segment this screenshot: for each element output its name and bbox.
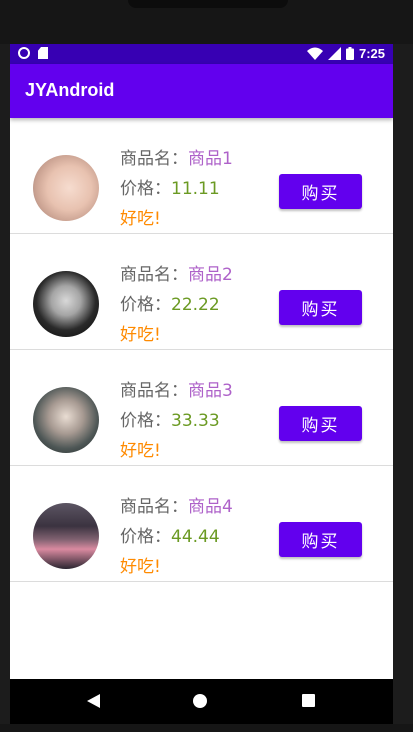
circle-indicator-icon: [18, 47, 30, 59]
back-icon[interactable]: [87, 694, 100, 708]
product-name-label: 商品名：: [120, 381, 188, 401]
home-icon[interactable]: [193, 694, 207, 708]
buy-button[interactable]: 购买: [279, 290, 362, 325]
device-bezel-bottom: [0, 724, 413, 732]
buy-button[interactable]: 购买: [279, 522, 362, 557]
product-price: 22.22: [171, 295, 220, 315]
navigation-bar: [10, 679, 393, 724]
product-info: 商品名：商品4 价格：44.44 好吃!: [120, 492, 233, 582]
product-info: 商品名：商品2 价格：22.22 好吃!: [120, 260, 233, 350]
product-note: 好吃!: [120, 209, 161, 229]
buy-button[interactable]: 购买: [279, 174, 362, 209]
product-name-label: 商品名：: [120, 497, 188, 517]
status-left-icons: [18, 47, 48, 59]
product-price: 33.33: [171, 411, 220, 431]
battery-icon: [345, 47, 354, 60]
list-item: 商品名：商品2 价格：22.22 好吃! 购买: [10, 234, 393, 350]
price-label: 价格：: [120, 527, 171, 547]
product-avatar-image: [33, 271, 99, 337]
price-label: 价格：: [120, 295, 171, 315]
product-note: 好吃!: [120, 441, 161, 461]
status-right-icons: 7:25: [306, 46, 385, 61]
product-avatar-image: [33, 387, 99, 453]
device-bezel-top: [0, 0, 413, 44]
list-item: 商品名：商品4 价格：44.44 好吃! 购买: [10, 466, 393, 582]
product-avatar-image: [33, 503, 99, 569]
product-name: 商品4: [188, 497, 233, 517]
app-title: JYAndroid: [25, 80, 115, 100]
price-label: 价格：: [120, 411, 171, 431]
product-note: 好吃!: [120, 557, 161, 577]
product-price: 11.11: [171, 179, 220, 199]
product-info: 商品名：商品3 价格：33.33 好吃!: [120, 376, 233, 466]
list-item: 商品名：商品1 价格：11.11 好吃! 购买: [10, 118, 393, 234]
wifi-icon: [306, 47, 323, 60]
product-avatar-image: [33, 155, 99, 221]
price-label: 价格：: [120, 179, 171, 199]
product-name-label: 商品名：: [120, 149, 188, 169]
phone-screen: 7:25 JYAndroid 商品名：商品1 价格：11.11 好吃! 购买 商…: [10, 44, 393, 720]
product-info: 商品名：商品1 价格：11.11 好吃!: [120, 144, 233, 234]
list-item: 商品名：商品3 价格：33.33 好吃! 购买: [10, 350, 393, 466]
buy-button[interactable]: 购买: [279, 406, 362, 441]
signal-icon: [327, 47, 341, 60]
product-list: 商品名：商品1 价格：11.11 好吃! 购买 商品名：商品2 价格：22.22…: [10, 118, 393, 582]
product-name: 商品2: [188, 265, 233, 285]
device-notch: [128, 0, 288, 8]
recents-icon[interactable]: [302, 694, 315, 707]
product-name: 商品3: [188, 381, 233, 401]
sd-card-icon: [38, 47, 48, 59]
product-name: 商品1: [188, 149, 233, 169]
product-price: 44.44: [171, 527, 220, 547]
product-name-label: 商品名：: [120, 265, 188, 285]
product-note: 好吃!: [120, 325, 161, 345]
status-bar: 7:25: [10, 44, 393, 64]
app-bar: JYAndroid: [10, 64, 393, 118]
status-time: 7:25: [358, 46, 385, 61]
